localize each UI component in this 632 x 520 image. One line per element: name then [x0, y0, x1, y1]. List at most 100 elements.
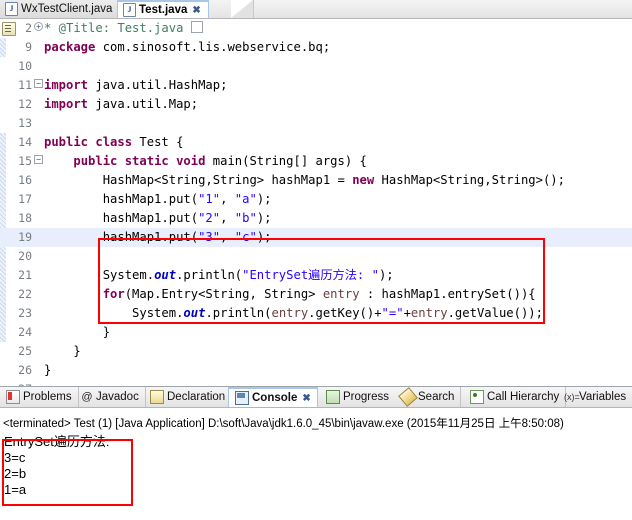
code-text: import java.util.HashMap; [44, 78, 228, 92]
view-tab-bar: Problems @ Javadoc Declaration Console ✖… [0, 387, 632, 408]
bottom-view-panel: Problems @ Javadoc Declaration Console ✖… [0, 386, 632, 520]
code-line: 14 public class Test { [0, 133, 632, 152]
close-icon[interactable]: ✖ [302, 393, 310, 404]
line-number: 12 [18, 97, 32, 111]
progress-icon [326, 390, 340, 404]
tab-search[interactable]: Search [395, 387, 462, 407]
tab-call-hierarchy[interactable]: Call Hierarchy [464, 387, 567, 407]
code-line: 22 for(Map.Entry<String, String> entry :… [0, 285, 632, 304]
code-text: hashMap1.put("2", "b"); [44, 211, 272, 225]
code-text: hashMap1.put("1", "a"); [44, 192, 272, 206]
code-line: 18 hashMap1.put("2", "b"); [0, 209, 632, 228]
close-icon[interactable]: ✖ [192, 5, 200, 16]
tab-progress[interactable]: Progress [320, 387, 395, 407]
console-icon [235, 391, 249, 405]
editor-tab-bar: J WxTestClient.java J Test.java ✖ [0, 0, 632, 19]
code-line: 2 + * @Title: Test.java [0, 19, 632, 38]
code-text: } [44, 344, 81, 358]
java-file-icon: J [5, 2, 18, 16]
line-number: 19 [18, 230, 32, 244]
line-number: 15 [18, 154, 32, 168]
line-number: 13 [18, 116, 32, 130]
code-text: hashMap1.put("3", "c"); [44, 230, 272, 244]
call-hierarchy-icon [470, 390, 484, 404]
code-line: 10 [0, 57, 632, 76]
line-number: 26 [18, 363, 32, 377]
tab-problems[interactable]: Problems [0, 387, 79, 407]
tab-label: Declaration [167, 391, 226, 403]
code-text: System.out.println("EntrySet遍历方法: "); [44, 268, 394, 282]
fold-collapse-icon[interactable]: − [34, 155, 43, 164]
tab-label: Variables [579, 391, 627, 403]
tab-bar-skew [231, 0, 254, 18]
line-number: 20 [18, 249, 32, 263]
code-text: import java.util.Map; [44, 97, 199, 111]
console-output-line: EntrySet遍历方法: [4, 434, 110, 449]
code-text: } [44, 325, 111, 339]
code-line-current: 19 hashMap1.put("3", "c"); [0, 228, 632, 247]
code-text: * @Title: Test.java [44, 19, 203, 38]
code-line: 9 package com.sinosoft.lis.webservice.bq… [0, 38, 632, 57]
declaration-icon [150, 390, 164, 404]
java-file-icon: J [123, 3, 136, 17]
code-text: System.out.println(entry.getKey()+"="+en… [44, 306, 543, 320]
tab-label: Call Hierarchy [487, 391, 560, 403]
tab-variables[interactable]: (x)= Variables [558, 387, 632, 407]
tab-console[interactable]: Console ✖ [228, 387, 318, 407]
code-editor[interactable]: 2 + * @Title: Test.java 9 package com.si… [0, 19, 632, 386]
line-number: 14 [18, 135, 32, 149]
console-output-line: 1=a [4, 482, 27, 497]
line-number: 11 [18, 78, 32, 92]
line-number: 17 [18, 192, 32, 206]
code-text: for(Map.Entry<String, String> entry : ha… [102, 287, 536, 301]
editor-tab-test[interactable]: J Test.java ✖ [117, 0, 209, 18]
tab-label: Console [252, 392, 298, 404]
code-line: 16 HashMap<String,String> hashMap1 = new… [0, 171, 632, 190]
line-number: 2 [25, 21, 32, 35]
code-line: 15 − public static void main(String[] ar… [0, 152, 632, 171]
code-text: HashMap<String,String> hashMap1 = new Ha… [44, 173, 565, 187]
code-line: 17 hashMap1.put("1", "a"); [0, 190, 632, 209]
line-number: 22 [18, 287, 32, 301]
terminated-status-line: <terminated> Test (1) [Java Application]… [3, 418, 564, 430]
fold-collapse-icon[interactable]: − [34, 79, 43, 88]
tab-label: Search [418, 391, 455, 403]
code-lines: 2 + * @Title: Test.java 9 package com.si… [0, 19, 632, 386]
editor-tab-label: WxTestClient.java [21, 3, 113, 15]
variables-icon: (x)= [564, 392, 580, 402]
code-text: public class Test { [44, 135, 184, 149]
code-line: 12 import java.util.Map; [0, 95, 632, 114]
eclipse-window: J WxTestClient.java J Test.java ✖ 2 + * … [0, 0, 632, 520]
console-output-line: 3=c [4, 450, 26, 465]
code-line: 23 System.out.println(entry.getKey()+"="… [0, 304, 632, 323]
line-number: 9 [25, 40, 32, 54]
code-line: 24 } [0, 323, 632, 342]
problems-icon [6, 390, 20, 404]
console-output-line: 2=b [4, 466, 27, 481]
code-line: 11 − import java.util.HashMap; [0, 76, 632, 95]
line-number: 21 [18, 268, 32, 282]
code-text: } [44, 363, 52, 377]
line-number: 16 [18, 173, 32, 187]
code-line: 25 } [0, 342, 632, 361]
code-text: package com.sinosoft.lis.webservice.bq; [44, 40, 331, 54]
code-line: 21 System.out.println("EntrySet遍历方法: "); [0, 266, 632, 285]
code-line: 26 } [0, 361, 632, 380]
tab-javadoc[interactable]: @ Javadoc [75, 387, 146, 407]
console-output-lines: EntrySet遍历方法: 3=c 2=b 1=a [4, 434, 109, 498]
code-text: public static void main(String[] args) { [73, 154, 367, 168]
editor-tab-label: Test.java [139, 4, 188, 16]
code-line: 13 [0, 114, 632, 133]
tab-label: Progress [343, 391, 390, 403]
code-line: 20 [0, 247, 632, 266]
tab-label: Javadoc [96, 391, 139, 403]
editor-tab-wxtestclient[interactable]: J WxTestClient.java [0, 0, 121, 18]
line-number: 25 [18, 344, 32, 358]
search-icon [398, 387, 418, 407]
fold-expand-icon[interactable]: + [34, 22, 43, 31]
javadoc-icon: @ [81, 391, 93, 403]
tab-declaration[interactable]: Declaration [144, 387, 233, 407]
console-output-area[interactable]: <terminated> Test (1) [Java Application]… [0, 408, 632, 520]
line-number: 24 [18, 325, 32, 339]
folded-code-box[interactable] [190, 21, 203, 33]
